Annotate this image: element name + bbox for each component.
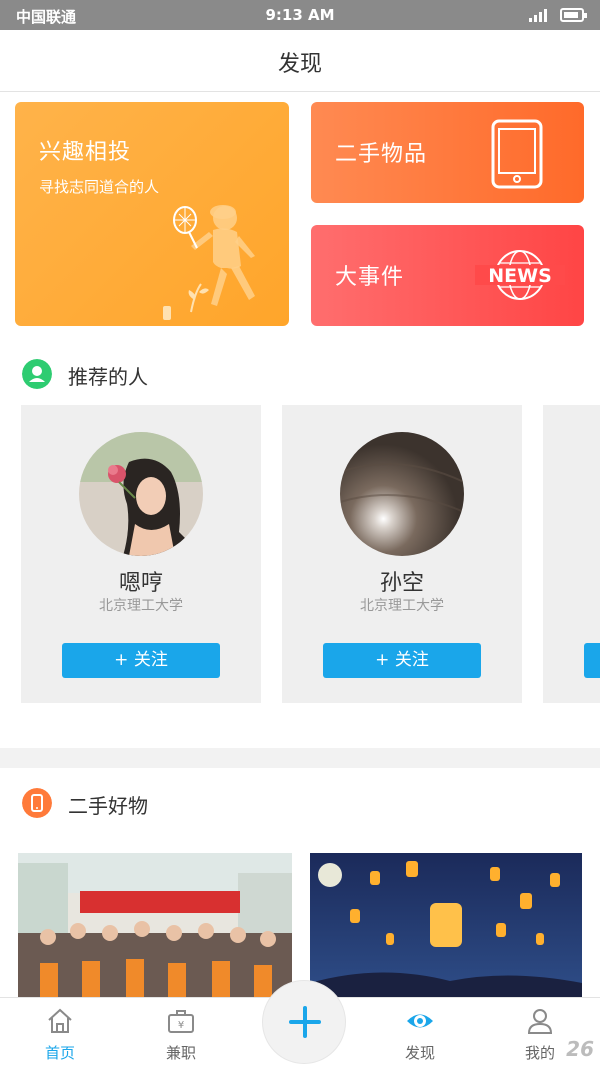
sky-lanterns-image [310, 853, 582, 1003]
avatar[interactable] [340, 432, 464, 556]
tab-jobs[interactable]: ¥ 兼职 [141, 1006, 221, 1066]
interest-card-title: 兴趣相投 [39, 140, 132, 165]
tennis-player-icon [163, 205, 255, 320]
plus-icon-vertical [303, 1006, 307, 1038]
title-bar: 发现 [0, 30, 600, 92]
person-name: 嗯哼 [118, 571, 163, 596]
person-school: 北京理工大学 [99, 598, 183, 614]
tab-jobs-label: 兼职 [165, 1044, 196, 1062]
person-card[interactable]: 孙空 北京理工大学 + 关注 [282, 405, 522, 703]
group-photo-image [18, 853, 292, 1003]
tab-discover[interactable]: 发现 [380, 1006, 460, 1066]
tab-home-label: 首页 [44, 1044, 75, 1062]
eye-icon [407, 1014, 433, 1028]
news-badge-text: NEWS [488, 265, 552, 287]
status-bar: 中国联通 9:13 AM [0, 0, 600, 30]
second-hand-card[interactable]: 二手物品 [311, 102, 584, 203]
news-globe-icon: NEWS [475, 250, 565, 300]
section-divider [0, 748, 600, 768]
person-school: 北京理工大学 [360, 598, 444, 614]
phone-circle-icon [22, 788, 52, 818]
events-card[interactable]: 大事件 NEWS [311, 225, 584, 326]
person-card[interactable]: 嗯哼 北京理工大学 + 关注 [21, 405, 261, 703]
avatar[interactable] [79, 432, 203, 556]
avatar-image [79, 432, 203, 556]
tab-home[interactable]: 首页 [20, 1006, 100, 1066]
watermark-text: 26 [566, 1037, 594, 1061]
home-icon [48, 1008, 72, 1033]
briefcase-icon: ¥ [168, 1010, 194, 1033]
goods-item-image[interactable] [18, 853, 292, 1003]
interest-card-subtitle: 寻找志同道合的人 [39, 178, 160, 196]
page-title: 发现 [277, 52, 322, 77]
person-card-partial[interactable] [543, 405, 600, 703]
signal-icon [529, 9, 547, 22]
user-icon [527, 1009, 553, 1034]
events-card-title: 大事件 [335, 265, 405, 290]
battery-icon [560, 8, 587, 22]
recommended-section-title: 推荐的人 [68, 365, 148, 389]
avatar-image [340, 432, 464, 556]
person-circle-icon [22, 359, 52, 389]
follow-button-partial[interactable] [584, 643, 600, 678]
interest-card[interactable]: 兴趣相投 寻找志同道合的人 [15, 102, 289, 326]
second-hand-card-title: 二手物品 [335, 142, 428, 167]
svg-text:¥: ¥ [178, 1020, 184, 1031]
follow-button[interactable]: + 关注 [323, 643, 481, 678]
add-post-button[interactable] [262, 980, 346, 1064]
follow-button[interactable]: + 关注 [62, 643, 220, 678]
tab-discover-label: 发现 [404, 1044, 435, 1062]
person-name: 孙空 [379, 571, 424, 596]
phone-icon [491, 119, 543, 189]
goods-item-image[interactable] [310, 853, 582, 1003]
clock: 9:13 AM [265, 6, 335, 24]
goods-section-title: 二手好物 [68, 794, 148, 818]
